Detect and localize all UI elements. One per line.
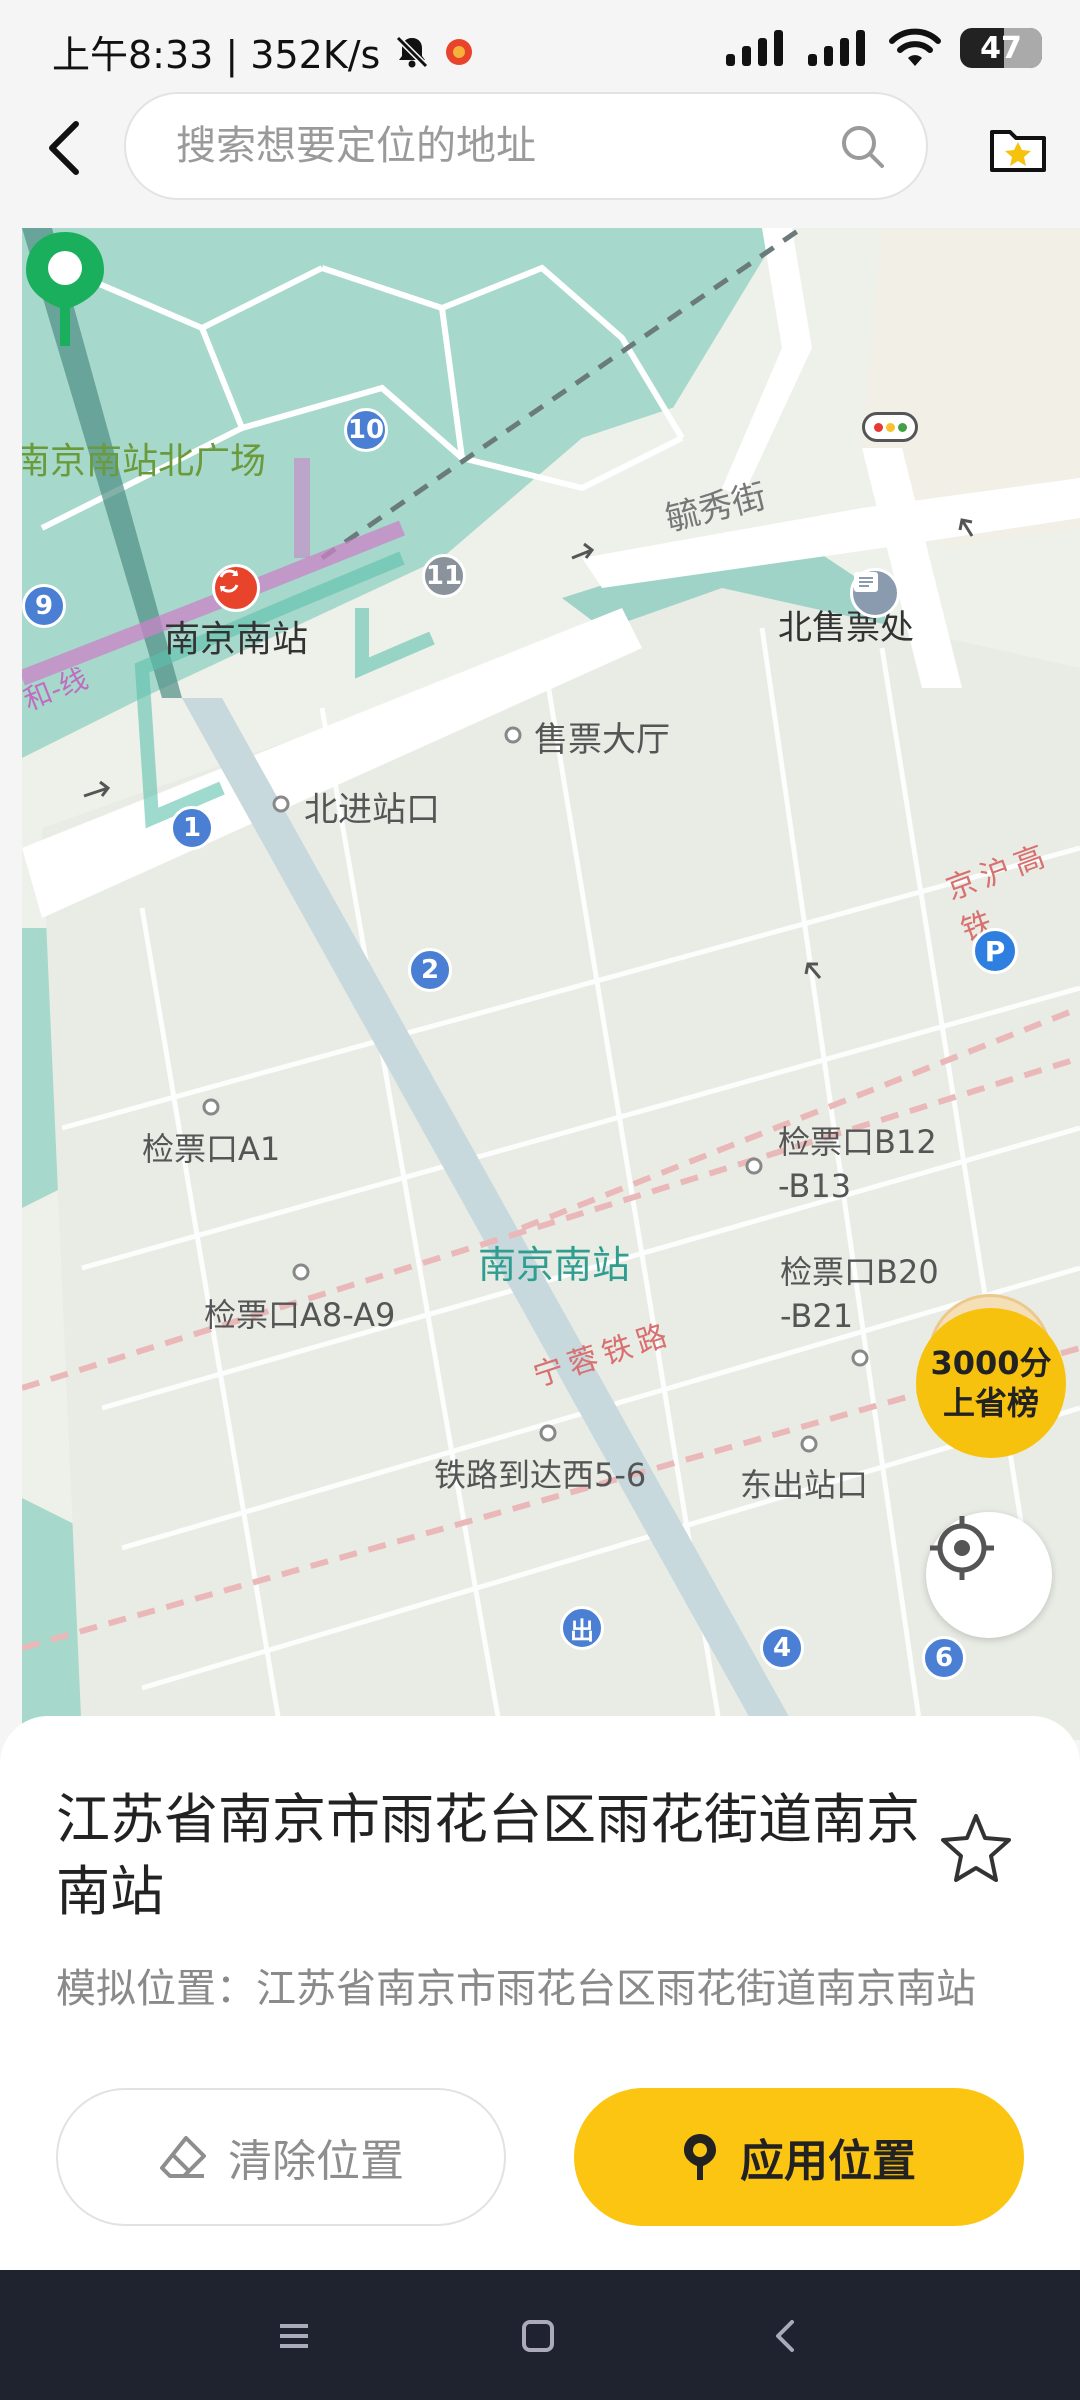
signal-icon [726, 30, 783, 66]
exit-badge-10[interactable]: 10 [344, 408, 388, 452]
ticket-office-icon[interactable] [850, 568, 900, 618]
favorite-button[interactable] [938, 1810, 1014, 1886]
battery-icon: 47 [960, 28, 1042, 68]
eraser-icon [160, 2136, 206, 2178]
system-nav-bar [0, 2270, 1080, 2400]
search-input[interactable] [176, 94, 816, 198]
label-north-entrance: 北进站口 [304, 790, 440, 830]
location-pin-icon[interactable] [22, 228, 108, 352]
location-card: 江苏省南京市雨花台区雨花街道南京南站 模拟位置：江苏省南京市雨花台区雨花街道南京… [0, 1716, 1080, 2270]
apply-location-button[interactable]: 应用位置 [574, 2088, 1024, 2226]
metro-station-icon[interactable] [212, 564, 260, 612]
label-east-exit: 东出站口 [740, 1466, 869, 1504]
locate-me-button[interactable] [926, 1512, 1052, 1638]
label-station: 南京南站 [164, 619, 309, 660]
exit-badge-4[interactable]: 4 [760, 1626, 804, 1670]
label-north-square: 南京南站北广场 [22, 441, 267, 482]
search-icon[interactable] [840, 124, 886, 170]
app-notification-icon [446, 38, 473, 65]
exit-badge-2[interactable]: 2 [408, 948, 452, 992]
home-icon[interactable] [514, 2312, 562, 2360]
menu-icon[interactable] [270, 2312, 318, 2360]
traffic-light-icon[interactable] [862, 412, 918, 442]
label-gate-a8: 检票口A8-A9 [204, 1296, 396, 1334]
parking-icon[interactable]: P [972, 928, 1018, 974]
rank-badge-button[interactable]: 3000分 上省榜 [916, 1308, 1066, 1458]
signal-icon-2 [808, 30, 865, 66]
favorites-folder-button[interactable] [988, 120, 1048, 176]
exit-badge-11[interactable]: 11 [422, 554, 466, 598]
star-icon [941, 1814, 1011, 1882]
app-screen: 上午8:33 | 352K/s 47 搜索想要定位的地址 南京南站北广场 南京南… [0, 0, 1080, 2400]
search-box[interactable] [124, 92, 928, 200]
back-nav-icon[interactable] [762, 2312, 810, 2360]
exit-badge-1[interactable]: 1 [170, 806, 214, 850]
chevron-left-icon [49, 121, 79, 175]
status-bar: 上午8:33 | 352K/s 47 [0, 0, 1080, 92]
label-ticket-hall: 售票大厅 [534, 720, 670, 760]
apply-location-label: 应用位置 [740, 2136, 916, 2187]
clear-location-button[interactable]: 清除位置 [56, 2088, 506, 2226]
status-right: 47 [724, 24, 1042, 72]
crosshair-icon [930, 1516, 994, 1580]
label-center-station: 南京南站 [478, 1243, 631, 1287]
rank-line2: 上省榜 [942, 1384, 1039, 1422]
map-metro-line-3 [355, 608, 435, 679]
pin-icon [684, 2134, 716, 2180]
exit-badge-9[interactable]: 9 [22, 584, 66, 628]
label-arrive-west: 铁路到达西5-6 [434, 1456, 647, 1494]
bell-muted-icon [396, 35, 429, 68]
label-gate-b12: 检票口B12 -B13 [778, 1123, 937, 1205]
folder-star-icon [990, 130, 1046, 172]
battery-level: 47 [980, 30, 1022, 66]
rank-badge: 3000分 上省榜 [916, 1308, 1066, 1458]
rank-line1: 3000分 [930, 1344, 1052, 1382]
exit-icon[interactable]: 出 [560, 1606, 604, 1650]
address-title: 江苏省南京市雨花台区雨花街道南京南站 [56, 1788, 920, 1923]
clear-location-label: 清除位置 [228, 2136, 404, 2187]
exit-badge-6[interactable]: 6 [922, 1636, 966, 1680]
status-left: 上午8:33 | 352K/s [52, 24, 474, 79]
simulated-position-text: 模拟位置：江苏省南京市雨花台区雨花街道南京南站 [56, 1966, 976, 2012]
map-view[interactable]: 南京南站北广场 南京南站 毓秀街 北售票处 售票大厅 北进站口 京沪高铁 检票口… [22, 228, 1080, 1740]
status-time-speed: 上午8:33 | 352K/s [52, 33, 381, 77]
label-gate-a1: 检票口A1 [142, 1130, 281, 1168]
wifi-icon [889, 28, 941, 66]
back-button[interactable] [36, 114, 92, 182]
search-header [0, 92, 1080, 204]
